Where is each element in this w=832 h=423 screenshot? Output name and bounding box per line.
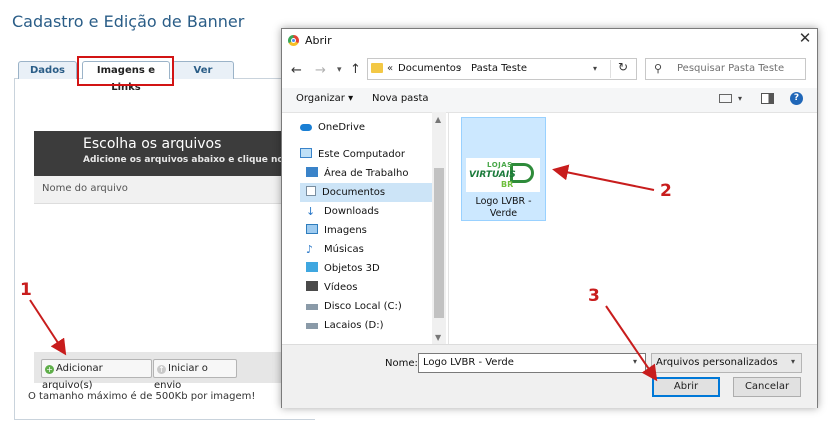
nav-imagens[interactable]: Imagens bbox=[306, 221, 438, 240]
nav-label: OneDrive bbox=[318, 122, 366, 133]
file-column-label: Nome do arquivo bbox=[42, 183, 128, 194]
computer-icon bbox=[300, 148, 312, 158]
search-placeholder: Pesquisar Pasta Teste bbox=[677, 63, 785, 74]
tab-dados[interactable]: Dados bbox=[18, 61, 77, 79]
scroll-down-icon[interactable]: ▼ bbox=[435, 333, 441, 342]
up-folder-arrow-icon[interactable]: ↑ bbox=[350, 62, 361, 77]
nav-label: Objetos 3D bbox=[324, 263, 380, 274]
nav-videos[interactable]: Vídeos bbox=[306, 278, 438, 297]
cloud-icon bbox=[300, 124, 312, 131]
page-title: Cadastro e Edição de Banner bbox=[12, 12, 245, 31]
nav-label: Disco Local (C:) bbox=[324, 301, 402, 312]
nav-label: Lacaios (D:) bbox=[324, 320, 384, 331]
nav-documentos[interactable]: Documentos bbox=[300, 183, 432, 202]
drive-icon bbox=[306, 323, 318, 329]
breadcrumb-documentos[interactable]: Documentos bbox=[398, 63, 461, 74]
annotation-number-3: 3 bbox=[588, 286, 600, 306]
plus-icon: + bbox=[45, 365, 54, 374]
tab-ver[interactable]: Ver bbox=[172, 61, 234, 79]
nav-label: Músicas bbox=[324, 244, 364, 255]
tab-highlight-box bbox=[77, 56, 174, 86]
chrome-icon bbox=[288, 35, 299, 46]
max-size-note: O tamanho máximo é de 500Kb por imagem! bbox=[28, 391, 256, 402]
recent-locations-chevron-icon[interactable]: ▾ bbox=[337, 65, 342, 75]
desktop-icon bbox=[306, 167, 318, 177]
chevron-down-icon[interactable]: ▾ bbox=[593, 64, 597, 73]
drive-icon bbox=[306, 304, 318, 310]
annotation-number-2: 2 bbox=[660, 181, 672, 201]
help-icon[interactable]: ? bbox=[790, 92, 803, 105]
nav-disco-local-c[interactable]: Disco Local (C:) bbox=[306, 297, 438, 316]
chevron-down-icon[interactable]: ▾ bbox=[738, 94, 742, 103]
logo-text-lojas: LOJAS bbox=[487, 161, 513, 169]
logo-text-br: BR bbox=[501, 180, 514, 189]
filename-label: Nome: bbox=[385, 358, 418, 369]
new-folder-button[interactable]: Nova pasta bbox=[372, 93, 429, 104]
start-upload-button[interactable]: ↑ Iniciar o envio bbox=[153, 359, 237, 391]
filename-input[interactable]: Logo LVBR - Verde bbox=[418, 353, 646, 373]
nav-label: Este Computador bbox=[318, 149, 405, 160]
scroll-up-icon[interactable]: ▲ bbox=[435, 115, 441, 124]
uploader-title: Escolha os arquivos bbox=[83, 136, 222, 152]
nav-label: Documentos bbox=[322, 187, 386, 198]
dialog-toolbar bbox=[282, 88, 817, 113]
image-icon bbox=[306, 224, 318, 234]
close-icon[interactable]: ✕ bbox=[797, 30, 813, 46]
nav-este-computador[interactable]: Este Computador bbox=[300, 145, 432, 164]
chevron-down-icon[interactable]: ▾ bbox=[791, 357, 795, 366]
cancel-button[interactable]: Cancelar bbox=[733, 377, 801, 397]
pane-divider bbox=[448, 112, 449, 344]
chevron-down-icon[interactable]: ▾ bbox=[633, 357, 637, 366]
video-icon bbox=[306, 281, 318, 291]
up-arrow-icon: ↑ bbox=[157, 365, 166, 374]
refresh-icon[interactable]: ↻ bbox=[610, 60, 635, 78]
folder-icon bbox=[371, 63, 383, 73]
breadcrumb-pasta-teste[interactable]: Pasta Teste bbox=[471, 63, 527, 74]
annotation-number-1: 1 bbox=[20, 280, 32, 300]
open-button[interactable]: Abrir bbox=[652, 377, 720, 397]
search-icon: ⚲ bbox=[654, 62, 663, 75]
nav-label: Vídeos bbox=[324, 282, 358, 293]
preview-pane-icon[interactable] bbox=[761, 93, 774, 104]
logo-text-virtuais: VIRTUAIS bbox=[469, 170, 516, 180]
nav-area-de-trabalho[interactable]: Área de Trabalho bbox=[306, 164, 438, 183]
address-overflow[interactable]: « bbox=[387, 63, 393, 74]
nav-label: Downloads bbox=[324, 206, 379, 217]
organize-menu[interactable]: Organizar ▾ bbox=[296, 93, 353, 104]
document-icon bbox=[306, 186, 316, 196]
breadcrumb-separator-icon[interactable]: › bbox=[458, 63, 462, 73]
nav-label: Área de Trabalho bbox=[324, 168, 409, 179]
nav-downloads[interactable]: ↓ Downloads bbox=[306, 202, 438, 221]
view-options-icon[interactable] bbox=[719, 94, 732, 103]
cube-icon bbox=[306, 262, 318, 272]
add-file-button[interactable]: + Adicionar arquivo(s) bbox=[41, 359, 152, 391]
filetype-select[interactable]: Arquivos personalizados bbox=[651, 353, 802, 373]
nav-onedrive[interactable]: OneDrive bbox=[300, 118, 432, 137]
dialog-title: Abrir bbox=[305, 34, 332, 47]
nav-musicas[interactable]: ♪ Músicas bbox=[306, 240, 438, 259]
forward-arrow-icon[interactable]: → bbox=[315, 63, 326, 78]
music-icon: ♪ bbox=[306, 243, 314, 256]
download-icon: ↓ bbox=[306, 205, 316, 218]
nav-label: Imagens bbox=[324, 225, 367, 236]
nav-lacaios-d[interactable]: Lacaios (D:) bbox=[306, 316, 438, 335]
file-name: Logo LVBR - Verde bbox=[475, 196, 532, 219]
nav-objetos-3d[interactable]: Objetos 3D bbox=[306, 259, 438, 278]
back-arrow-icon[interactable]: ← bbox=[291, 63, 302, 78]
nav-scroll-thumb[interactable] bbox=[434, 168, 444, 318]
